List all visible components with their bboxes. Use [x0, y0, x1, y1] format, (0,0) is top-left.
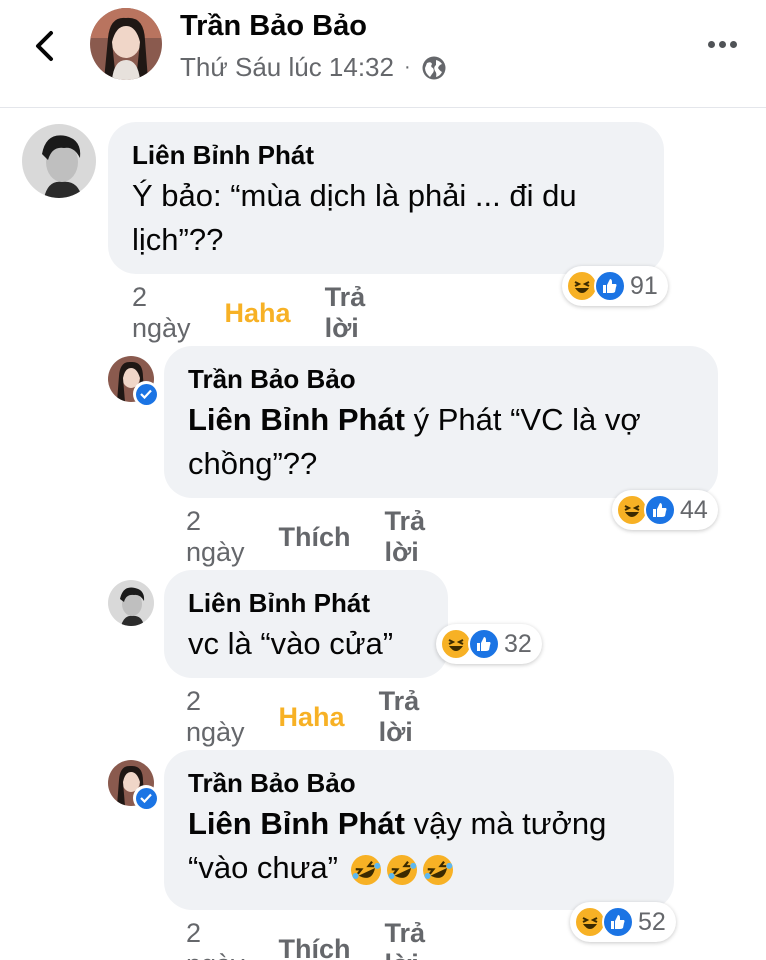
avatar[interactable] [22, 124, 96, 198]
reaction-count: 44 [680, 495, 708, 524]
chevron-left-icon [36, 31, 53, 61]
like-button[interactable]: Thích [279, 934, 351, 960]
verified-badge-icon [133, 381, 159, 407]
dot [707, 40, 715, 48]
comment-actions: 2 ngày Thích Trả lời [186, 918, 459, 960]
comment-time[interactable]: 2 ngày [186, 918, 245, 960]
rofl-emoji-icon [350, 854, 381, 885]
comment-author[interactable]: Liên Bỉnh Phát [188, 588, 426, 618]
reply-button[interactable]: Trả lời [385, 918, 426, 960]
rofl-emoji-icon [422, 854, 453, 885]
post-meta: Thứ Sáu lúc 14:32 · [180, 52, 447, 83]
post-timestamp[interactable]: Thứ Sáu lúc 14:32 [180, 52, 394, 83]
post-author-name[interactable]: Trần Bảo Bảo [180, 10, 367, 43]
like-icon [602, 906, 634, 938]
like-icon [594, 270, 626, 302]
rofl-emoji-icon [386, 854, 417, 885]
reaction-button[interactable]: Haha [225, 298, 291, 329]
reaction-summary[interactable]: 91 [562, 266, 668, 306]
comment-bubble: Liên Bỉnh Phát Ý bảo: “mùa dịch là phải … [108, 122, 664, 274]
post-header: Trần Bảo Bảo Thứ Sáu lúc 14:32 · [0, 0, 766, 108]
reply-button[interactable]: Trả lời [385, 506, 426, 568]
comment-bubble: Liên Bỉnh Phát vc là “vào cửa” [164, 570, 448, 678]
reply-button[interactable]: Trả lời [379, 686, 420, 748]
reaction-count: 52 [638, 907, 666, 936]
more-options-button[interactable] [700, 26, 744, 62]
reply-button[interactable]: Trả lời [325, 282, 366, 344]
reaction-summary[interactable]: 44 [612, 490, 718, 530]
comment-actions: 2 ngày Thích Trả lời [186, 506, 459, 568]
comment-actions: 2 ngày Haha Trả lời [186, 686, 453, 748]
mention-link[interactable]: Liên Bỉnh Phát [188, 402, 405, 437]
dot [729, 40, 737, 48]
comment-bubble: Trần Bảo Bảo Liên Bỉnh Phát ý Phát “VC l… [164, 346, 718, 498]
comment-author[interactable]: Liên Bỉnh Phát [132, 140, 642, 170]
avatar[interactable] [90, 8, 162, 80]
comment-time[interactable]: 2 ngày [186, 506, 245, 568]
comment-actions: 2 ngày Haha Trả lời [132, 282, 399, 344]
comment-bubble: Trần Bảo Bảo Liên Bỉnh Phát vậy mà tưởng… [164, 750, 674, 910]
like-icon [468, 628, 500, 660]
comment-text: Ý bảo: “mùa dịch là phải ... đi du lịch”… [132, 178, 577, 257]
back-button[interactable] [24, 26, 64, 66]
like-icon [644, 494, 676, 526]
meta-separator: · [403, 56, 411, 78]
verified-badge-icon [133, 785, 159, 811]
reaction-count: 32 [504, 629, 532, 658]
reaction-button[interactable]: Haha [279, 702, 345, 733]
reaction-summary[interactable]: 32 [436, 624, 542, 664]
comment-author[interactable]: Trần Bảo Bảo [188, 768, 652, 798]
comment-text: Liên Bỉnh Phát ý Phát “VC là vợ chồng”?? [188, 398, 696, 486]
mention-link[interactable]: Liên Bỉnh Phát [188, 806, 405, 841]
comment-time[interactable]: 2 ngày [132, 282, 191, 344]
globe-icon [422, 56, 446, 79]
reaction-count: 91 [630, 271, 658, 300]
comment-author[interactable]: Trần Bảo Bảo [188, 364, 696, 394]
comment-time[interactable]: 2 ngày [186, 686, 245, 748]
avatar[interactable] [108, 580, 154, 626]
comment-text: vc là “vào cửa” [188, 626, 394, 661]
like-button[interactable]: Thích [279, 522, 351, 553]
comment-text: Liên Bỉnh Phát vậy mà tưởng “vào chưa” [188, 802, 652, 890]
dot [718, 40, 726, 48]
reaction-summary[interactable]: 52 [570, 902, 676, 942]
